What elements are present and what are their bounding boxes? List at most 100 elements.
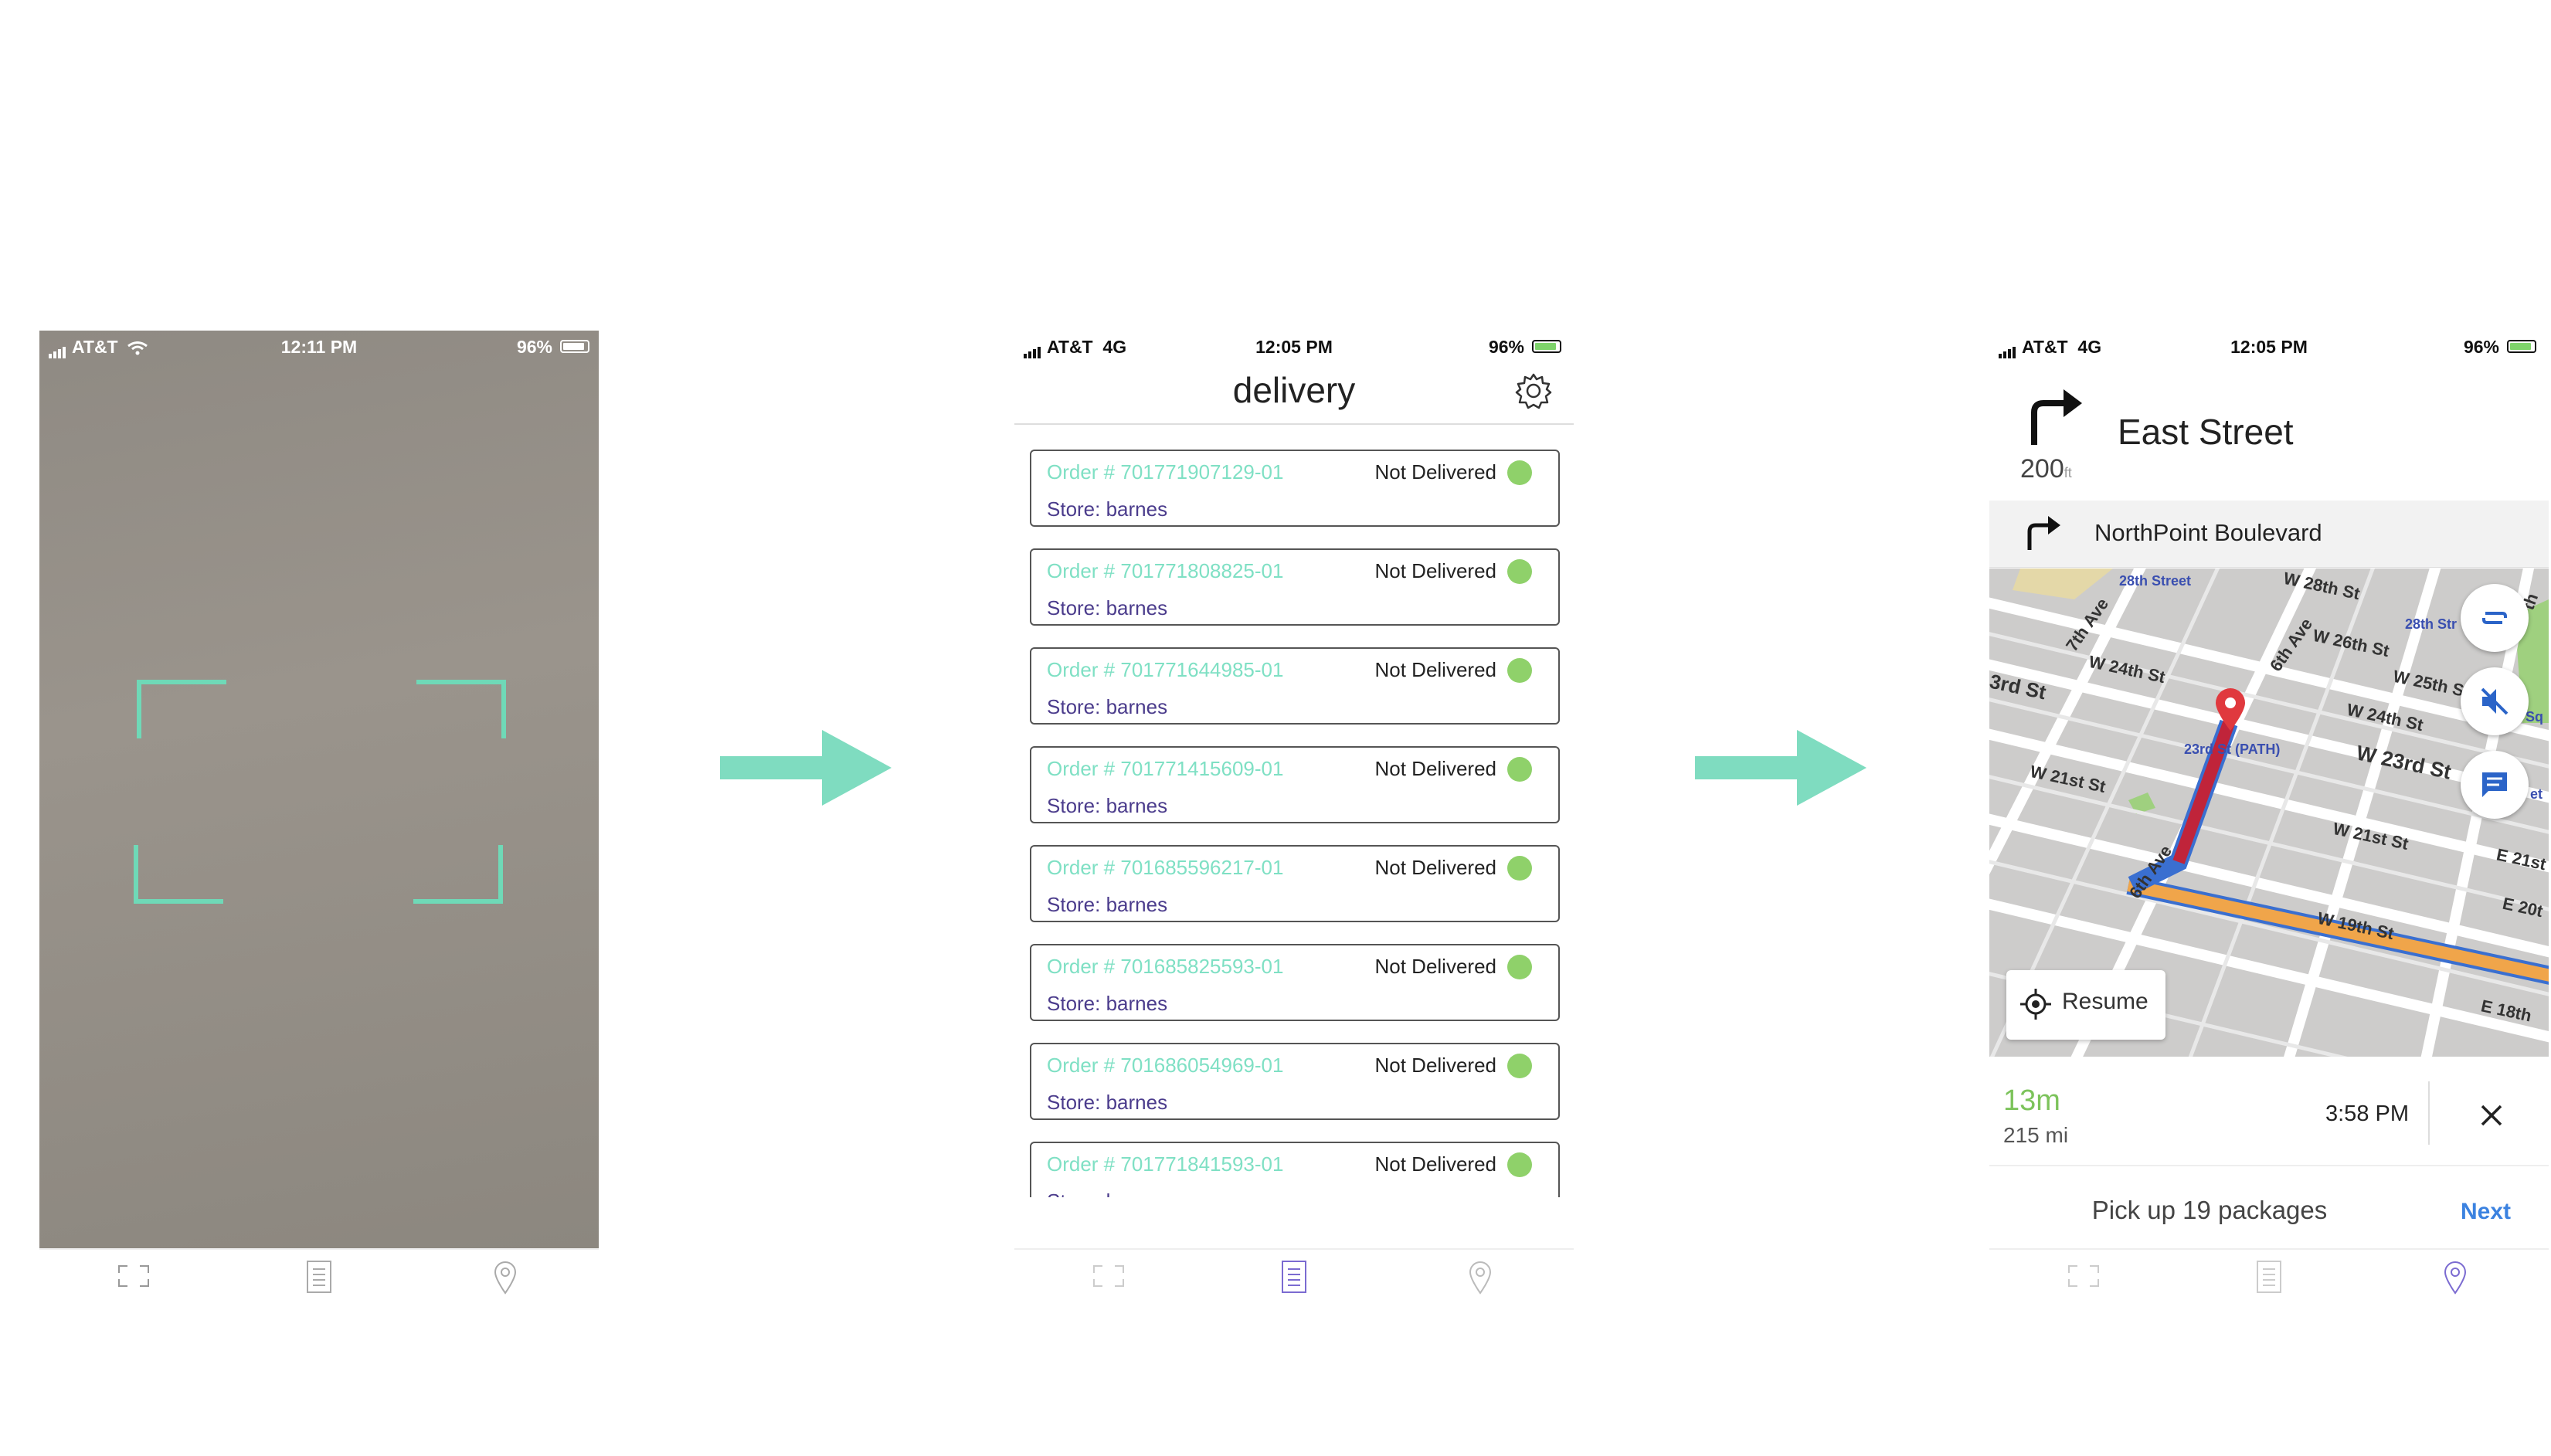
status-bar: AT&T 4G 12:05 PM 96% [1989, 331, 2549, 361]
tab-map[interactable] [1459, 1261, 1500, 1295]
battery-percent: 96% [1488, 337, 1524, 357]
turn-street: East Street [2118, 412, 2294, 452]
list-icon [1282, 1261, 1306, 1293]
tab-map[interactable] [2434, 1261, 2475, 1295]
tab-orders[interactable] [2249, 1261, 2289, 1295]
page-title: delivery [1232, 370, 1356, 410]
order-store: Store: barnes [1047, 893, 1168, 916]
order-store: Store: barnes [1047, 992, 1168, 1015]
order-card[interactable]: Order # 701771415609-01 Not Delivered Stor… [1030, 746, 1560, 823]
list-icon [2257, 1261, 2281, 1293]
order-store: Store: barnes [1047, 1091, 1168, 1114]
order-store: Store: barnes [1047, 794, 1168, 817]
order-card[interactable]: Order # 701771841593-01 Not Delivered Stor… [1030, 1142, 1560, 1197]
order-number: Order # 701771841593-01 [1047, 1152, 1284, 1176]
order-number: Order # 701771808825-01 [1047, 559, 1284, 582]
gear-icon[interactable] [1515, 372, 1552, 409]
tab-orders[interactable] [299, 1261, 339, 1295]
close-icon[interactable] [2476, 1100, 2507, 1131]
route-options-button[interactable] [2461, 584, 2529, 652]
flow-arrow-1 [720, 730, 892, 806]
next-button[interactable]: Next [2461, 1199, 2511, 1225]
tab-map[interactable] [484, 1261, 525, 1295]
tab-bar [39, 1248, 599, 1302]
order-card[interactable]: Order # 701685596217-01 Not Delivered Stor… [1030, 845, 1560, 922]
tab-scan[interactable] [1089, 1261, 1129, 1295]
resume-button[interactable]: Resume [2006, 970, 2165, 1040]
order-status: Not Delivered [1374, 757, 1496, 780]
map-label: Sq [2526, 709, 2544, 725]
arrival-time: 3:58 PM [2325, 1101, 2409, 1126]
status-dot [1507, 757, 1532, 782]
scan-icon [118, 1265, 149, 1287]
order-card[interactable]: Order # 701686054969-01 Not Delivered Stor… [1030, 1043, 1560, 1120]
flow-arrow-2 [1695, 730, 1867, 806]
order-card[interactable]: Order # 701771644985-01 Not Delivered Stor… [1030, 647, 1560, 725]
recenter-icon [2020, 989, 2051, 1020]
order-store: Store: barnes [1047, 695, 1168, 718]
pickup-summary: Pick up 19 packages [2091, 1196, 2328, 1224]
turn-distance-unit: ft [2064, 465, 2072, 480]
location-pin-icon [2444, 1261, 2467, 1295]
status-bar: AT&T 12:11 PM 96% [39, 331, 599, 361]
report-button[interactable] [2461, 751, 2529, 819]
order-number: Order # 701771907129-01 [1047, 460, 1284, 484]
scan-corner-top-right [416, 680, 506, 738]
scan-corner-bottom-right [413, 845, 503, 904]
order-number: Order # 701685825593-01 [1047, 955, 1284, 978]
order-store: Store: barnes [1047, 596, 1168, 619]
order-card[interactable]: Order # 701771907129-01 Not Delivered Stor… [1030, 450, 1560, 527]
status-dot [1507, 559, 1532, 584]
battery-percent: 96% [516, 337, 552, 357]
tab-scan[interactable] [2064, 1261, 2104, 1295]
order-store: Store: barnes [1047, 1190, 1167, 1197]
tab-scan[interactable] [114, 1261, 154, 1295]
order-card[interactable]: Order # 701771808825-01 Not Delivered Stor… [1030, 548, 1560, 626]
tab-orders[interactable] [1274, 1261, 1314, 1295]
order-number: Order # 701771415609-01 [1047, 757, 1284, 780]
order-status: Not Delivered [1374, 1054, 1496, 1077]
turn-distance: 200ft [2020, 454, 2072, 484]
map-view[interactable]: 28th Street W 28th St 7th Ave 6th Ave W … [1989, 568, 2549, 1057]
order-list: Order # 701771907129-01 Not Delivered Stor… [1014, 450, 1574, 1197]
next-street: NorthPoint Boulevard [2094, 519, 2322, 546]
next-turn-row: NorthPoint Boulevard [1989, 501, 2549, 568]
status-bar: AT&T 4G 12:05 PM 96% [1014, 331, 1574, 361]
map-label: et [2530, 786, 2543, 802]
order-status: Not Delivered [1374, 856, 1496, 879]
scan-icon [2068, 1265, 2099, 1287]
order-number: Order # 701771644985-01 [1047, 658, 1284, 681]
battery-icon [560, 340, 589, 353]
status-dot [1507, 856, 1532, 881]
order-status: Not Delivered [1374, 955, 1496, 978]
header-divider [1014, 423, 1574, 425]
turn-right-small-icon [2027, 516, 2060, 550]
status-dot [1507, 955, 1532, 979]
status-dot [1507, 658, 1532, 683]
route-swap-icon [2482, 612, 2507, 624]
map-label: 28th Street [2119, 573, 2192, 589]
order-card[interactable]: Order # 701685825593-01 Not Delivered Stor… [1030, 944, 1560, 1021]
map-label: 28th Str [2405, 616, 2458, 632]
scan-corner-top-left [137, 680, 226, 738]
turn-right-icon [2031, 389, 2082, 445]
location-pin-icon [1469, 1261, 1492, 1295]
eta-time: 13m [2003, 1084, 2060, 1117]
tab-bar [1989, 1248, 2549, 1302]
delivery-list-screen: AT&T 4G 12:05 PM 96% delivery Order # 70… [1014, 331, 1574, 1302]
scan-icon [1093, 1265, 1124, 1287]
battery-icon [1532, 340, 1561, 353]
order-number: Order # 701685596217-01 [1047, 856, 1284, 879]
order-status: Not Delivered [1374, 460, 1496, 484]
order-number: Order # 701686054969-01 [1047, 1054, 1284, 1077]
status-time: 12:11 PM [280, 337, 358, 357]
camera-viewfinder[interactable] [39, 331, 599, 1250]
mute-button[interactable] [2461, 667, 2529, 735]
footer-divider [1989, 1165, 2549, 1166]
battery-percent: 96% [2463, 337, 2499, 357]
status-dot [1507, 1054, 1532, 1078]
battery-icon [2507, 340, 2536, 353]
status-dot [1507, 1152, 1532, 1177]
mute-icon [2481, 687, 2509, 715]
map-label: 23rd St (PATH) [2184, 742, 2281, 757]
